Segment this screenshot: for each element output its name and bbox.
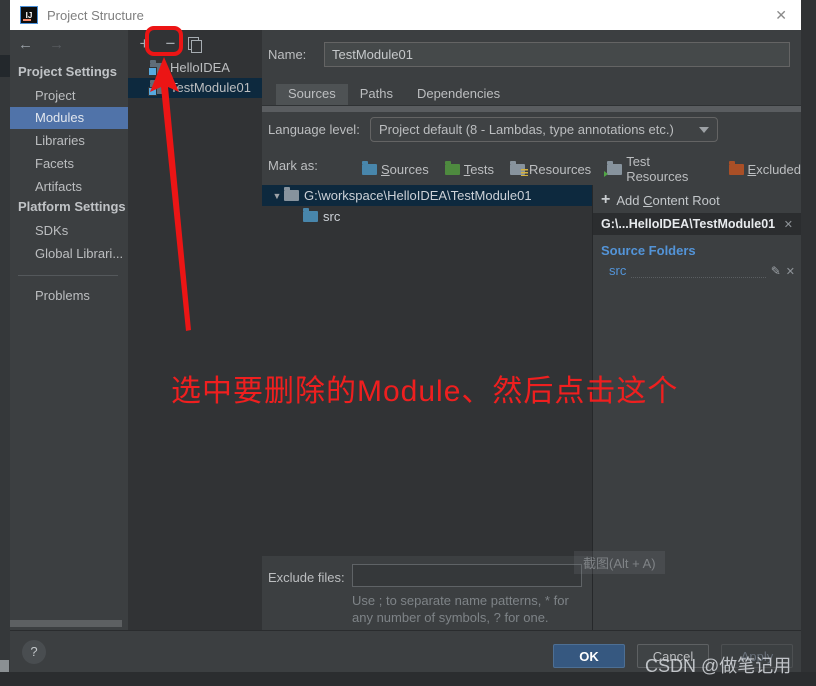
settings-sidebar: ← → Project Settings Project Modules Lib… — [10, 30, 128, 630]
intellij-logo-icon: IJ — [20, 6, 38, 24]
sidebar-divider — [18, 275, 118, 276]
source-folder-entry[interactable]: src ✎ ✕ — [609, 263, 795, 278]
sidebar-item-artifacts[interactable]: Artifacts — [10, 176, 128, 198]
resources-folder-icon — [510, 160, 529, 176]
module-list-panel: + − HelloIDEA TestModule01 — [128, 30, 262, 630]
history-nav: ← → — [18, 36, 64, 53]
add-content-root-button[interactable]: + Add Content Root — [601, 191, 720, 209]
language-level-label: Language level: — [268, 122, 360, 137]
exclude-files-hint: Use ; to separate name patterns, * for a… — [352, 593, 569, 625]
section-header-project-settings: Project Settings — [18, 64, 117, 79]
remove-module-icon[interactable]: − — [162, 35, 179, 53]
chevron-down-icon — [699, 126, 709, 133]
editor-tabs: Sources Paths Dependencies — [276, 84, 512, 105]
chevron-expanded-icon[interactable]: ▼ — [270, 191, 284, 201]
exclude-files-label: Exclude files: — [268, 570, 345, 585]
name-label: Name: — [268, 47, 307, 62]
mark-as-tests[interactable]: Tests — [444, 160, 494, 177]
mark-as-resources[interactable]: Resources — [510, 160, 591, 177]
tab-sources[interactable]: Sources — [276, 84, 348, 105]
ok-button[interactable]: OK — [553, 644, 625, 668]
screen: IJ Project Structure ✕ ← → Project Setti… — [0, 0, 816, 686]
dialog-footer: ? OK Cancel Apply — [10, 630, 801, 672]
mark-as-options: Sources Tests Resources Test Resources E… — [362, 154, 801, 184]
sidebar-item-sdks[interactable]: SDKs — [10, 220, 128, 242]
src-folder-icon — [303, 208, 318, 222]
horizontal-scrollbar[interactable] — [262, 106, 801, 112]
source-folders-header: Source Folders — [601, 243, 696, 258]
background-status-bar — [0, 672, 816, 686]
remove-content-root-icon[interactable]: ✕ — [784, 218, 793, 231]
background-window-right-edge — [801, 0, 816, 686]
module-toolbar: + − — [136, 34, 202, 54]
mark-as-excluded[interactable]: Excluded — [728, 160, 801, 177]
dotted-leader — [631, 266, 766, 278]
mark-as-test-resources[interactable]: Test Resources — [604, 154, 712, 184]
module-list-item-selected[interactable]: TestModule01 — [128, 78, 262, 98]
remove-source-folder-icon[interactable]: ✕ — [786, 265, 795, 278]
panel-divider — [592, 185, 593, 630]
plus-icon: + — [601, 191, 611, 208]
mark-as-sources[interactable]: Sources — [362, 160, 429, 177]
language-level-value: Project default (8 - Lambdas, type annot… — [379, 122, 674, 137]
sidebar-horizontal-scrollbar[interactable] — [10, 620, 122, 627]
help-button[interactable]: ? — [22, 640, 46, 664]
forward-arrow-icon: → — [49, 36, 65, 53]
tab-paths[interactable]: Paths — [348, 84, 405, 105]
content-root-entry[interactable]: G:\...HelloIDEA\TestModule01 ✕ — [593, 213, 801, 235]
module-folder-icon — [148, 79, 165, 96]
tree-row-src[interactable]: src — [262, 206, 592, 227]
sidebar-item-modules[interactable]: Modules — [10, 107, 128, 129]
exclude-files-input[interactable] — [352, 564, 582, 587]
background-window-fragment — [0, 55, 10, 77]
test-resources-folder-icon — [604, 160, 623, 177]
sidebar-item-libraries[interactable]: Libraries — [10, 130, 128, 152]
apply-button: Apply — [721, 644, 793, 668]
tests-folder-icon — [444, 160, 460, 175]
sources-folder-icon — [362, 160, 377, 175]
excluded-folder-icon — [728, 160, 744, 175]
module-name-input[interactable] — [324, 42, 790, 67]
tree-row-content-root[interactable]: ▼ G:\workspace\HelloIDEA\TestModule01 — [262, 185, 592, 206]
sidebar-item-project[interactable]: Project — [10, 85, 128, 107]
dialog-title: Project Structure — [47, 7, 144, 23]
copy-module-icon[interactable] — [188, 37, 202, 53]
tab-dependencies[interactable]: Dependencies — [405, 84, 512, 105]
content-root-folder-icon — [284, 187, 299, 201]
module-folder-icon — [148, 59, 165, 76]
add-module-icon[interactable]: + — [136, 35, 153, 53]
sidebar-item-global-libraries[interactable]: Global Librari... — [10, 243, 128, 265]
module-editor-panel: Name: Sources Paths Dependencies Languag… — [262, 30, 801, 630]
project-structure-dialog: IJ Project Structure ✕ ← → Project Setti… — [10, 0, 801, 672]
content-root-tree: ▼ G:\workspace\HelloIDEA\TestModule01 sr… — [262, 185, 592, 556]
sidebar-item-problems[interactable]: Problems — [10, 285, 128, 307]
edit-pencil-icon[interactable]: ✎ — [771, 264, 781, 278]
sidebar-item-facets[interactable]: Facets — [10, 153, 128, 175]
back-arrow-icon[interactable]: ← — [18, 36, 33, 53]
mark-as-label: Mark as: — [268, 158, 318, 173]
module-list-item[interactable]: HelloIDEA — [128, 58, 262, 78]
dialog-title-bar: IJ Project Structure ✕ — [10, 0, 801, 30]
cancel-button[interactable]: Cancel — [637, 644, 709, 668]
language-level-dropdown[interactable]: Project default (8 - Lambdas, type annot… — [370, 117, 718, 142]
section-header-platform-settings: Platform Settings — [18, 199, 126, 214]
close-icon[interactable]: ✕ — [771, 7, 791, 24]
background-window-left-edge — [0, 0, 10, 686]
